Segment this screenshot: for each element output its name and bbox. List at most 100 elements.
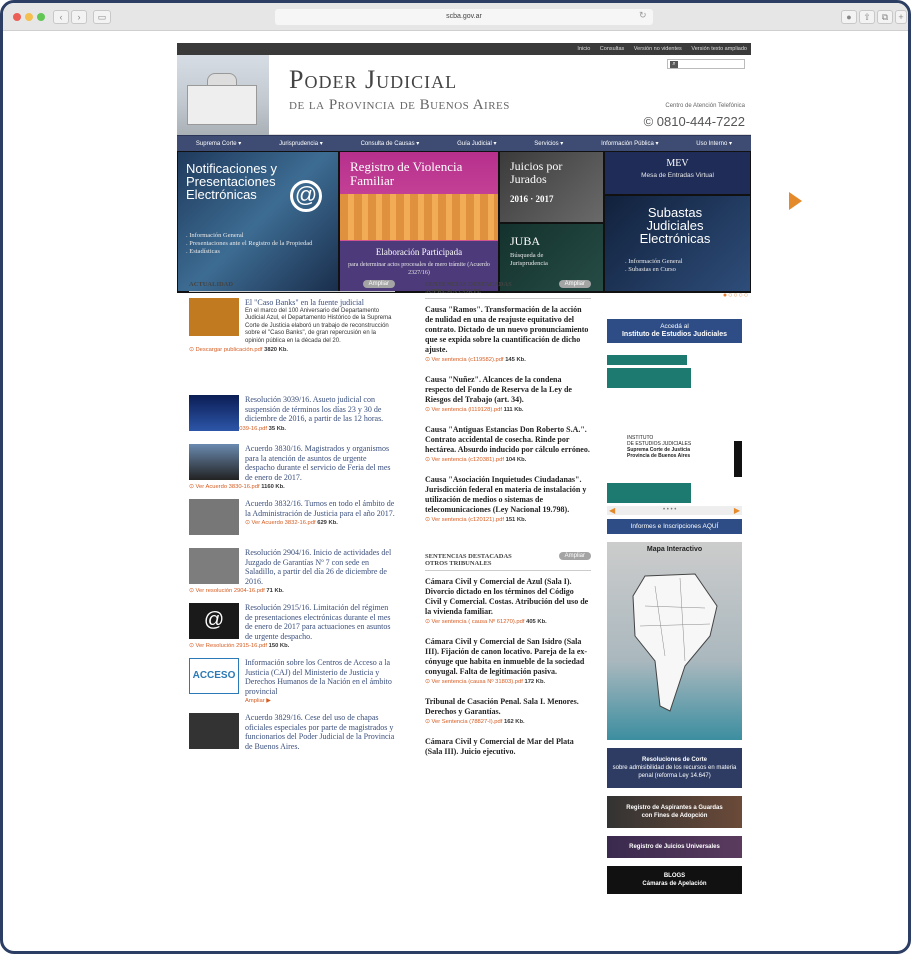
sentencias-otros-heading: SENTENCIAS DESTACADAS OTROS TRIBUNALES A… <box>425 552 591 571</box>
notif-link-estadisticas[interactable]: . Estadísticas <box>186 248 336 256</box>
minimize-window-button[interactable] <box>25 13 33 21</box>
news-download-link[interactable]: ⊙ Ver Acuerdo 3830-16.pdf 1160 Kb. <box>189 484 395 490</box>
sentencia-title[interactable]: Cámara Civil y Comercial de San Isidro (… <box>425 637 591 677</box>
carousel-prev-icon[interactable]: ◀ <box>609 506 615 515</box>
menu-servicios[interactable]: Servicios ▾ <box>534 140 563 147</box>
sentencia-title[interactable]: Causa "Antiguas Estancias Don Roberto S.… <box>425 425 591 455</box>
news-title[interactable]: Acuerdo 3832/16. Turnos en todo el ámbit… <box>245 499 395 518</box>
sentencias-column: SENTENCIAS DESTACADAS SUPREMA CORTE Ampl… <box>425 280 591 769</box>
carousel-bar <box>607 355 687 365</box>
news-thumbnail <box>189 713 239 749</box>
search-input[interactable]: ⌕ <box>667 59 745 69</box>
share-icon[interactable]: ⇧ <box>859 10 875 24</box>
news-download-link[interactable]: ⊙ Descargar publicación.pdf 3820 Kb. <box>189 347 395 353</box>
site-title[interactable]: Poder Judicial <box>289 65 457 95</box>
actualidad-more-button[interactable]: Ampliar <box>362 280 395 288</box>
sentencia-link[interactable]: ⊙ Ver sentencia (l119128).pdf 111 Kb. <box>425 407 591 413</box>
news-title[interactable]: Acuerdo 3830/16. Magistrados y organismo… <box>245 444 395 482</box>
news-download-link[interactable]: ⊙ Ver resolución 2904-16.pdf 71 Kb. <box>189 588 395 594</box>
forward-icon[interactable]: › <box>71 10 87 24</box>
top-link-consultas[interactable]: Consultas <box>600 46 624 52</box>
carousel-controls: ◀ • • • • ▶ <box>607 506 742 515</box>
banner-mev-sub: Mesa de Entradas Virtual <box>641 172 714 179</box>
carousel-dots[interactable]: • • • • <box>663 506 676 515</box>
subastas-link-info[interactable]: . Información General <box>625 258 745 266</box>
registro-aspirantes-banner[interactable]: Registro de Aspirantes a Guardas con Fin… <box>607 796 742 828</box>
news-title[interactable]: Acuerdo 3829/16. Cese del uso de chapas … <box>245 713 395 751</box>
top-link-no-videntes[interactable]: Versión no videntes <box>634 46 682 52</box>
mapa-interactivo[interactable]: Mapa Interactivo <box>607 542 742 740</box>
sentencia-title[interactable]: Cámara Civil y Comercial de Mar del Plat… <box>425 737 591 757</box>
next-slide-arrow-icon[interactable] <box>789 192 802 210</box>
site: Inicio Consultas Versión no videntes Ver… <box>177 43 751 301</box>
menu-guia-judicial[interactable]: Guía Judicial ▾ <box>457 140 496 147</box>
search-icon[interactable]: ⌕ <box>670 61 678 68</box>
sentencias-otros-more-button[interactable]: Ampliar <box>558 552 591 560</box>
banner-juicios-jurados[interactable]: Juicios por Jurados 2016 · 2017 <box>500 152 603 222</box>
notif-link-info[interactable]: . Información General <box>186 232 336 240</box>
sentencia-title[interactable]: Causa "Asociación Inquietudes Ciudadanas… <box>425 475 591 515</box>
province-map-icon[interactable] <box>625 566 725 716</box>
sentencia-title[interactable]: Causa "Ramos". Transformación de la acci… <box>425 305 591 355</box>
sentencia-title[interactable]: Cámara Civil y Comercial de Azul (Sala I… <box>425 577 591 617</box>
menu-informacion-publica[interactable]: Información Pública ▾ <box>601 140 658 147</box>
at-icon: @ <box>290 180 322 212</box>
menu-uso-interno[interactable]: Uso Interno ▾ <box>696 140 732 147</box>
sentencia-link[interactable]: ⊙ Ver sentencia (causa Nº 31803).pdf 172… <box>425 679 591 685</box>
new-tab-icon[interactable]: + <box>895 10 907 24</box>
instituto-banner[interactable]: Accedá al Instituto de Estudios Judicial… <box>607 319 742 343</box>
back-icon[interactable]: ‹ <box>53 10 69 24</box>
sentencia-item: Cámara Civil y Comercial de Azul (Sala I… <box>425 577 591 625</box>
sentencia-link[interactable]: ⊙ Ver sentencia ( causa Nº 61270).pdf 40… <box>425 619 591 625</box>
news-more-link[interactable]: Ampliar ▶ <box>245 698 395 704</box>
top-link-inicio[interactable]: Inicio <box>577 46 590 52</box>
informes-link[interactable]: Informes e Inscripciones AQUÍ <box>607 519 742 534</box>
sentencia-item: Causa "Antiguas Estancias Don Roberto S.… <box>425 425 591 463</box>
sentencia-title[interactable]: Tribunal de Casación Penal. Sala I. Meno… <box>425 697 591 717</box>
sentencia-item: Causa "Nuñez". Alcances de la condena re… <box>425 375 591 413</box>
banner-mev[interactable]: MEV Mesa de Entradas Virtual <box>605 152 750 194</box>
sidebar-toggle-icon[interactable]: ▭ <box>93 10 111 24</box>
sentencia-title[interactable]: Causa "Nuñez". Alcances de la condena re… <box>425 375 591 405</box>
extension-icon[interactable]: ● <box>841 10 857 24</box>
top-link-texto-ampliado[interactable]: Versión texto ampliado <box>691 46 747 52</box>
banner-violencia-familiar[interactable]: Registro de Violencia Familiar Elaboraci… <box>340 152 498 291</box>
banner-notificaciones-title: Notificaciones y Presentaciones Electrón… <box>186 161 278 202</box>
notif-link-presentaciones[interactable]: . Presentaciones ante el Registro de la … <box>186 240 336 248</box>
menu-jurisprudencia[interactable]: Jurisprudencia ▾ <box>279 140 323 147</box>
news-title[interactable]: Resolución 2915/16. Limitación del régim… <box>245 603 395 641</box>
banner-subastas[interactable]: Subastas Judiciales Electrónicas . Infor… <box>605 196 750 291</box>
menu-consulta-causas[interactable]: Consulta de Causas ▾ <box>361 140 420 147</box>
sentencia-link[interactable]: ⊙ Ver Sentencia (78827-I).pdf 162 Kb. <box>425 719 591 725</box>
carousel-bar <box>607 483 691 503</box>
banner-pager[interactable]: ●○○○○ <box>723 292 749 299</box>
close-window-button[interactable] <box>13 13 21 21</box>
resoluciones-corte-banner[interactable]: Resoluciones de Corte sobre admisibilida… <box>607 748 742 788</box>
blogs-banner[interactable]: BLOGS Cámaras de Apelación <box>607 866 742 894</box>
sentencia-link[interactable]: ⊙ Ver sentencia (c120381).pdf 104 Kb. <box>425 457 591 463</box>
news-download-link[interactable]: ⊙ Ver Resolución 2915-16.pdf 150 Kb. <box>189 643 395 649</box>
menu-suprema-corte[interactable]: Suprema Corte ▾ <box>196 140 241 147</box>
instituto-carousel[interactable]: INSTITUTO DE ESTUDIOS JUDICIALES Suprema… <box>607 355 742 515</box>
address-bar[interactable]: scba.gov.ar <box>275 9 653 25</box>
subastas-link-curso[interactable]: . Subastas en Curso <box>625 266 745 274</box>
news-title[interactable]: Resolución 2904/16. Inicio de actividade… <box>245 548 395 586</box>
sentencia-link[interactable]: ⊙ Ver sentencia (c119582).pdf 145 Kb. <box>425 357 591 363</box>
banner-juba-title: JUBA <box>510 234 541 248</box>
zoom-window-button[interactable] <box>37 13 45 21</box>
browser-toolbar: ‹ › ▭ ≡ scba.gov.ar ↻ ● ⇧ ⧉ + <box>3 3 908 31</box>
sentencia-link[interactable]: ⊙ Ver sentencia (c120121).pdf 151 Kb. <box>425 517 591 523</box>
tabs-icon[interactable]: ⧉ <box>877 10 893 24</box>
news-download-link[interactable]: ⊙ Ver Acuerdo 3832-16.pdf 629 Kb. <box>245 520 395 526</box>
main-menu: Suprema Corte ▾ Jurisprudencia ▾ Consult… <box>177 135 751 151</box>
news-title[interactable]: Información sobre los Centros de Acceso … <box>245 658 395 696</box>
reload-icon[interactable]: ↻ <box>639 10 647 21</box>
news-title[interactable]: Resolución 3039/16. Asueto judicial con … <box>245 395 395 424</box>
news-item: Acuerdo 3832/16. Turnos en todo el ámbit… <box>189 499 395 539</box>
banner-notificaciones[interactable]: Notificaciones y Presentaciones Electrón… <box>178 152 338 291</box>
carousel-next-icon[interactable]: ▶ <box>734 506 740 515</box>
news-title[interactable]: El "Caso Banks" en la fuente judicial <box>245 298 395 308</box>
sentencias-corte-more-button[interactable]: Ampliar <box>558 280 591 288</box>
registro-juicios-banner[interactable]: Registro de Juicios Universales <box>607 836 742 858</box>
carousel-bar <box>607 368 691 388</box>
